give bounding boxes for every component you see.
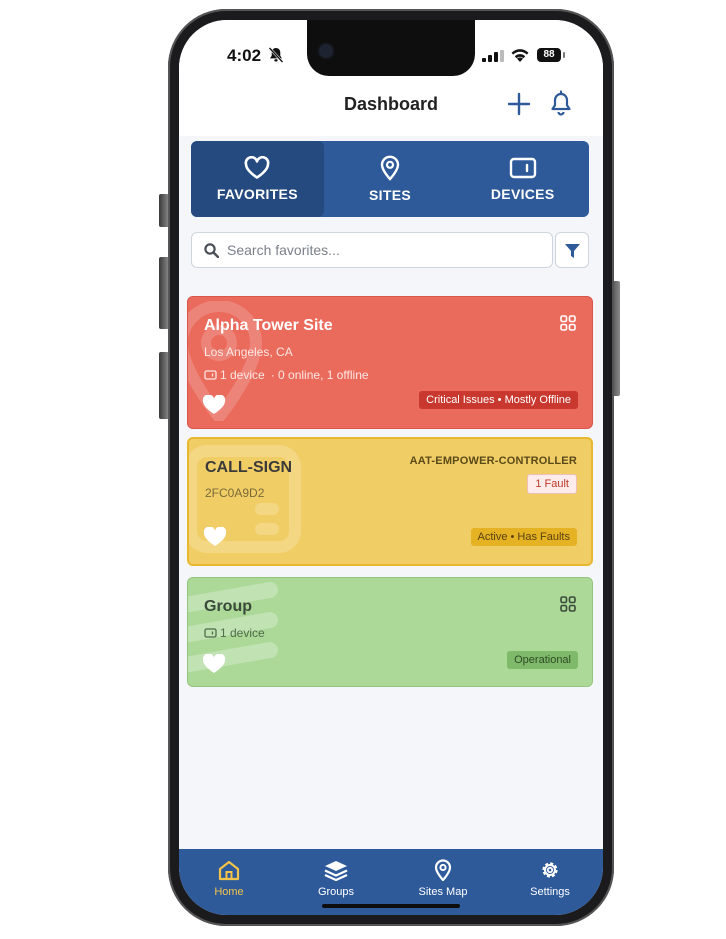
status-time: 4:02 <box>227 46 262 65</box>
tab-sites-label: SITES <box>369 187 411 203</box>
battery-indicator: 88 <box>537 48 561 62</box>
card-serial: 2FC0A9D2 <box>205 486 265 500</box>
nav-groups-label: Groups <box>317 886 355 898</box>
page-title: Dashboard <box>343 94 439 114</box>
card-model: AAT-EMPOWER-CONTROLLER <box>409 455 577 467</box>
tab-favorites[interactable]: FAVORITES <box>191 141 324 217</box>
signal-icon <box>482 50 504 62</box>
card-device-info: 1 device · 0 online, 1 offline <box>204 368 369 382</box>
heart-filled-icon[interactable] <box>202 654 226 674</box>
card-device-count: 1 device <box>220 626 265 640</box>
device-icon <box>204 370 217 380</box>
tab-devices-label: DEVICES <box>490 186 555 202</box>
fault-badge: 1 Fault <box>527 474 577 494</box>
nav-sites-map-label: Sites Map <box>418 886 468 898</box>
card-device-count: 1 device <box>220 368 265 382</box>
search-icon <box>204 243 219 258</box>
search-placeholder: Search favorites... <box>227 242 340 258</box>
favorite-card-group[interactable]: Group 1 device Operational <box>187 577 593 687</box>
card-location: Los Angeles, CA <box>204 345 293 359</box>
search-field[interactable]: Search favorites... <box>191 232 553 268</box>
gear-icon <box>542 862 558 878</box>
nav-home-label: Home <box>214 886 244 898</box>
status-badge: Critical Issues • Mostly Offline <box>419 391 578 409</box>
notch <box>307 20 475 76</box>
heart-filled-icon[interactable] <box>203 527 227 547</box>
screen: 4:02 88 Dashboard FAVORITES SITES DEVICE… <box>179 20 603 915</box>
card-title: Group <box>204 598 252 615</box>
status-badge: Active • Has Faults <box>470 528 577 546</box>
nav-settings-label: Settings <box>530 886 570 898</box>
app-header: Dashboard <box>179 78 603 136</box>
status-badge: Operational <box>507 651 578 669</box>
bell-muted-icon <box>268 47 284 63</box>
device-icon <box>509 157 536 179</box>
device-icon <box>204 628 217 638</box>
bell-icon[interactable] <box>548 90 574 118</box>
card-online-info: · 0 online, 1 offline <box>270 368 369 382</box>
heart-filled-icon[interactable] <box>202 395 226 415</box>
layers-icon <box>324 861 348 881</box>
home-icon <box>218 860 240 881</box>
nav-settings[interactable]: Settings <box>510 859 590 898</box>
card-title: CALL-SIGN <box>205 459 293 476</box>
home-indicator <box>322 904 460 908</box>
grid-icon[interactable] <box>560 315 576 331</box>
wifi-icon <box>511 49 529 62</box>
map-pin-icon <box>434 859 452 881</box>
add-icon[interactable] <box>505 90 533 118</box>
nav-sites-map[interactable]: Sites Map <box>403 859 483 898</box>
favorite-card-device[interactable]: CALL-SIGN 2FC0A9D2 AAT-EMPOWER-CONTROLLE… <box>187 437 593 566</box>
battery-tip <box>563 52 565 58</box>
segment-tabs: FAVORITES SITES DEVICES <box>191 141 589 217</box>
heart-outline-icon <box>244 156 270 179</box>
phone-frame: 4:02 88 Dashboard FAVORITES SITES DEVICE… <box>168 9 614 926</box>
tab-sites[interactable]: SITES <box>324 141 457 217</box>
filter-button[interactable] <box>555 232 589 268</box>
nav-groups[interactable]: Groups <box>296 859 376 898</box>
camera-icon <box>319 44 333 58</box>
favorite-card-site[interactable]: Alpha Tower Site Los Angeles, CA 1 devic… <box>187 296 593 429</box>
card-device-info: 1 device <box>204 626 265 640</box>
filter-icon <box>565 244 580 258</box>
map-pin-icon <box>380 155 400 181</box>
card-title: Alpha Tower Site <box>204 317 333 334</box>
tab-devices[interactable]: DEVICES <box>456 141 589 217</box>
tab-favorites-label: FAVORITES <box>216 186 298 202</box>
grid-icon[interactable] <box>560 596 576 612</box>
nav-home[interactable]: Home <box>189 859 269 898</box>
